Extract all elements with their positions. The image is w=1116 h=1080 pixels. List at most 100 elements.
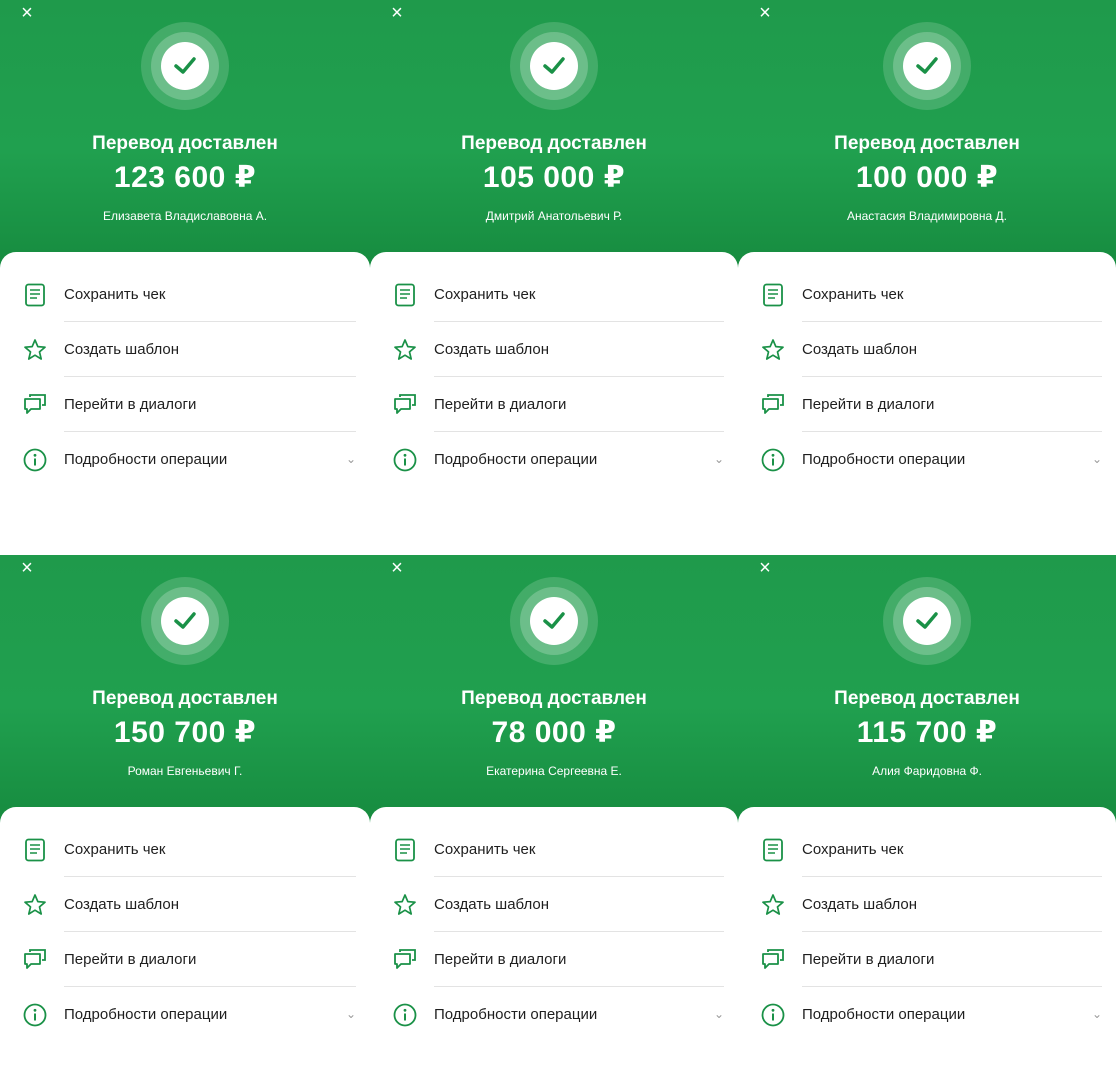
chevron-down-icon[interactable]: ⌄ [346,452,356,466]
operation-details-button[interactable]: Подробности операции ⌄ [0,987,370,1042]
status-title: Перевод доставлен [834,133,1020,154]
check-icon [543,57,565,74]
save-receipt-button[interactable]: Сохранить чек [0,267,370,322]
chat-icon [762,394,784,414]
star-icon [394,894,416,915]
save-receipt-label: Сохранить чек [434,286,536,303]
success-badge [141,22,229,110]
success-header: × Перевод доставлен 78 000 ₽ Екатерина С… [370,555,738,830]
chevron-down-icon[interactable]: ⌄ [714,452,724,466]
close-icon[interactable]: × [756,3,774,23]
save-receipt-button[interactable]: Сохранить чек [738,267,1116,322]
create-template-label: Создать шаблон [802,341,918,358]
screenshot-grid: × Перевод доставлен 123 600 ₽ Елизавета … [0,0,1116,1080]
operation-details-button[interactable]: Подробности операции ⌄ [738,987,1116,1042]
chat-icon [24,394,46,414]
close-icon[interactable]: × [388,3,406,23]
go-to-dialogs-button[interactable]: Перейти в диалоги [0,932,370,987]
go-to-dialogs-button[interactable]: Перейти в диалоги [738,377,1116,432]
close-icon[interactable]: × [388,558,406,578]
close-icon[interactable]: × [18,3,36,23]
status-title: Перевод доставлен [834,688,1020,709]
chat-icon [24,949,46,969]
save-receipt-button[interactable]: Сохранить чек [370,267,738,322]
chevron-down-icon[interactable]: ⌄ [714,1007,724,1021]
transfer-amount: 115 700 ₽ [856,716,998,749]
go-to-dialogs-button[interactable]: Перейти в диалоги [738,932,1116,987]
save-receipt-button[interactable]: Сохранить чек [738,822,1116,877]
recipient-name: Елизавета Владиславовна А. [102,209,268,223]
create-template-button[interactable]: Создать шаблон [370,322,738,377]
save-receipt-button[interactable]: Сохранить чек [370,822,738,877]
go-to-dialogs-label: Перейти в диалоги [434,951,567,968]
success-header: × Перевод доставлен 123 600 ₽ Елизавета … [0,0,370,275]
create-template-button[interactable]: Создать шаблон [0,322,370,377]
chevron-down-icon[interactable]: ⌄ [346,1007,356,1021]
check-icon [174,57,196,74]
status-title: Перевод доставлен [461,133,647,154]
create-template-label: Создать шаблон [434,896,550,913]
status-title: Перевод доставлен [461,688,647,709]
operation-details-button[interactable]: Подробности операции ⌄ [0,432,370,487]
check-icon [543,612,565,629]
create-template-button[interactable]: Создать шаблон [0,877,370,932]
success-header: × Перевод доставлен 150 700 ₽ Роман Евге… [0,555,370,830]
chevron-down-icon[interactable]: ⌄ [1092,452,1102,466]
operation-details-button[interactable]: Подробности операции ⌄ [370,432,738,487]
operation-details-label: Подробности операции [434,1006,598,1023]
check-icon [916,612,938,629]
recipient-name: Анастасия Владимировна Д. [846,209,1008,223]
create-template-button[interactable]: Создать шаблон [370,877,738,932]
transfer-amount: 78 000 ₽ [491,716,617,749]
actions-sheet: Сохранить чек Создать шаблон Перейти в д… [370,807,738,1080]
operation-details-label: Подробности операции [64,451,228,468]
go-to-dialogs-label: Перейти в диалоги [64,951,197,968]
success-badge [510,22,598,110]
transfer-panel-2: × Перевод доставлен 105 000 ₽ Дмитрий Ан… [370,0,738,555]
chevron-down-icon[interactable]: ⌄ [1092,1007,1102,1021]
transfer-amount: 105 000 ₽ [482,161,626,194]
actions-sheet: Сохранить чек Создать шаблон Перейти в д… [370,252,738,555]
operation-details-button[interactable]: Подробности операции ⌄ [738,432,1116,487]
create-template-button[interactable]: Создать шаблон [738,322,1116,377]
transfer-panel-1: × Перевод доставлен 123 600 ₽ Елизавета … [0,0,370,555]
chat-icon [394,949,416,969]
actions-sheet: Сохранить чек Создать шаблон Перейти в д… [0,807,370,1080]
go-to-dialogs-button[interactable]: Перейти в диалоги [370,377,738,432]
go-to-dialogs-button[interactable]: Перейти в диалоги [0,377,370,432]
operation-details-button[interactable]: Подробности операции ⌄ [370,987,738,1042]
transfer-panel-3: × Перевод доставлен 100 000 ₽ Анастасия … [738,0,1116,555]
actions-sheet: Сохранить чек Создать шаблон Перейти в д… [0,252,370,555]
save-receipt-button[interactable]: Сохранить чек [0,822,370,877]
info-icon [761,1003,785,1027]
go-to-dialogs-button[interactable]: Перейти в диалоги [370,932,738,987]
star-icon [762,339,784,360]
operation-details-label: Подробности операции [802,1006,966,1023]
actions-menu: Сохранить чек Создать шаблон Перейти в д… [738,822,1116,1042]
create-template-button[interactable]: Создать шаблон [738,877,1116,932]
go-to-dialogs-label: Перейти в диалоги [802,951,935,968]
operation-details-label: Подробности операции [64,1006,228,1023]
close-icon[interactable]: × [756,558,774,578]
operation-details-label: Подробности операции [802,451,966,468]
chat-icon [762,949,784,969]
recipient-name: Роман Евгеньевич Г. [127,764,243,778]
transfer-amount: 100 000 ₽ [855,161,999,194]
create-template-label: Создать шаблон [802,896,918,913]
info-icon [23,448,47,472]
recipient-name: Алия Фаридовна Ф. [872,764,982,778]
save-receipt-label: Сохранить чек [802,841,904,858]
info-icon [761,448,785,472]
create-template-label: Создать шаблон [64,896,180,913]
save-receipt-label: Сохранить чек [434,841,536,858]
go-to-dialogs-label: Перейти в диалоги [434,396,567,413]
star-icon [24,339,46,360]
star-icon [394,339,416,360]
close-icon[interactable]: × [18,558,36,578]
receipt-icon [763,283,783,307]
info-icon [23,1003,47,1027]
go-to-dialogs-label: Перейти в диалоги [802,396,935,413]
info-icon [393,1003,417,1027]
receipt-icon [25,283,45,307]
success-badge [883,22,971,110]
